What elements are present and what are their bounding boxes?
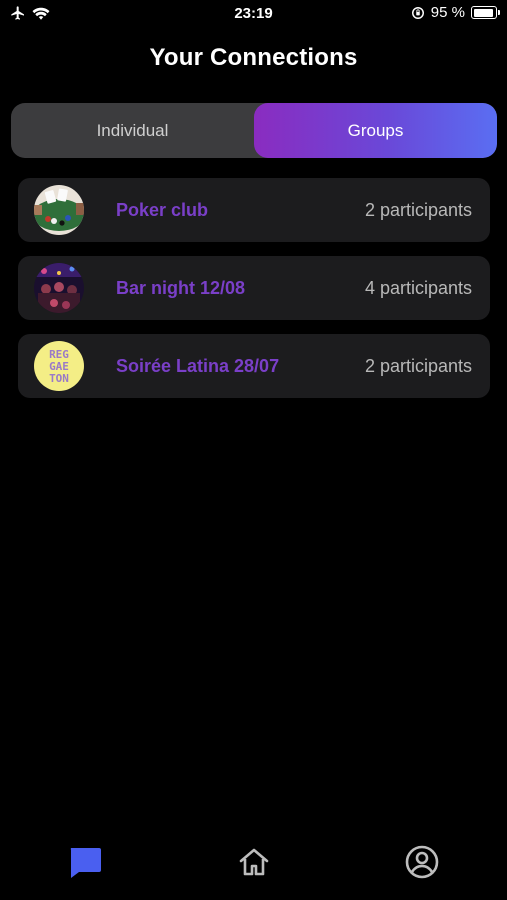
participant-count: 2 participants [364, 199, 472, 220]
list-item-bar-night[interactable]: Bar night 12/08 4 participants [18, 256, 490, 320]
battery-icon [471, 6, 500, 19]
svg-text:TON: TON [49, 372, 69, 385]
participant-count: 4 participants [364, 277, 472, 298]
reggaeton-poster: REG GAE TON [34, 341, 84, 391]
bar-crowd-photo [34, 263, 84, 313]
group-avatar [34, 185, 84, 235]
home-icon[interactable] [236, 844, 272, 880]
chat-icon[interactable] [67, 844, 103, 880]
participant-count: 2 participants [364, 355, 472, 376]
list-item-soiree-latina[interactable]: REG GAE TON Soirée Latina 28/07 2 partic… [18, 334, 490, 398]
status-bar: 23:19 95 % [0, 0, 507, 28]
group-name: Poker club [116, 199, 209, 220]
tab-individual[interactable]: Individual [11, 103, 254, 158]
group-avatar [34, 263, 84, 313]
list-item-poker-club[interactable]: Poker club 2 participants [18, 178, 490, 242]
orientation-lock-icon [411, 6, 424, 19]
status-right: 95 % [411, 4, 500, 21]
group-avatar: REG GAE TON [34, 341, 84, 391]
page-title: Your Connections [149, 44, 358, 71]
poker-table-photo [34, 185, 84, 235]
group-list: Poker club 2 participants Bar night 12/0… [18, 178, 490, 412]
battery-percent: 95 % [430, 4, 465, 21]
group-name: Soirée Latina 28/07 [116, 355, 280, 376]
tab-groups[interactable]: Groups [254, 103, 497, 158]
profile-icon[interactable] [404, 844, 440, 880]
connections-segment-control: Individual Groups [11, 103, 497, 158]
bottom-tab-bar [0, 830, 507, 900]
group-name: Bar night 12/08 [116, 277, 246, 298]
